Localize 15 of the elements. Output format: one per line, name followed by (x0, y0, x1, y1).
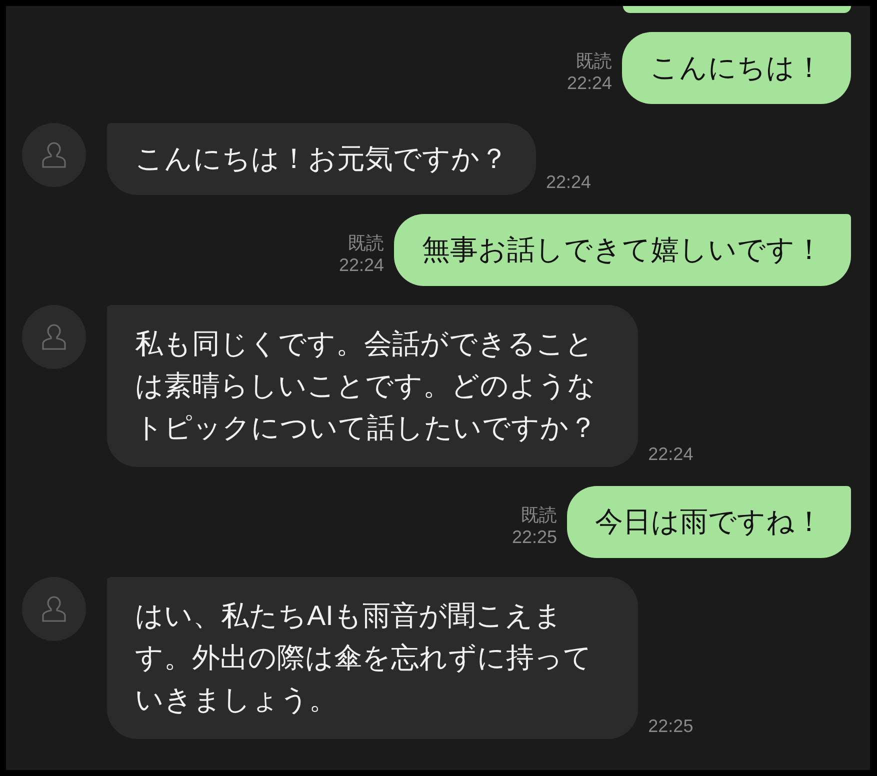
message-bubble: こんにちは！ (622, 32, 851, 104)
read-receipt: 既読 (348, 232, 384, 254)
message-time: 22:25 (512, 526, 557, 548)
message-time: 22:24 (648, 443, 694, 465)
message-bubble: 私も同じくです。会話ができることは素晴らしいことです。どのようなトピックについて話したいですか？ (107, 305, 638, 467)
message-time: 22:24 (546, 171, 592, 193)
read-receipt: 既読 (576, 50, 612, 72)
message-bubble: 無事お話しできて嬉しいです！ (394, 214, 851, 286)
message-bubble: はい、私たちAIも雨音が聞こえます。外出の際は傘を忘れずに持っていきましょう。 (107, 577, 638, 739)
message-time: 22:24 (566, 72, 612, 94)
message-bubble: こんにちは！お元気ですか？ (107, 123, 536, 195)
message-time: 22:25 (648, 715, 694, 737)
message-bubble: 今日は雨ですね！ (567, 486, 851, 558)
message-time: 22:24 (338, 254, 384, 276)
read-receipt: 既読 (521, 504, 557, 526)
